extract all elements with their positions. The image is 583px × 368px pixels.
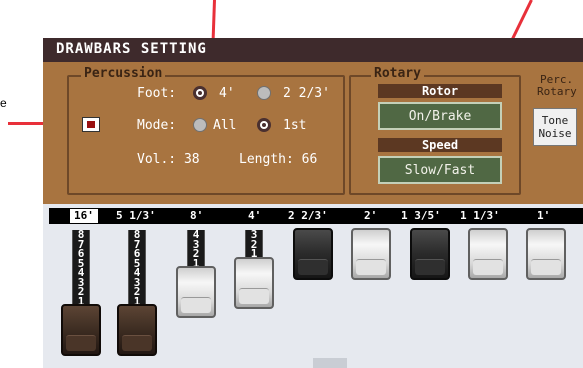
footage-label[interactable]: 1' <box>537 209 550 223</box>
mode-all-label: All <box>213 118 237 133</box>
drawbar-knob[interactable] <box>234 256 274 309</box>
perc-rotary-title-2: Rotary <box>537 85 577 98</box>
drawbar-knob-cap <box>531 259 561 275</box>
window-title: DRAWBARS SETTING <box>56 41 207 57</box>
footage-label[interactable]: 2 2/3' <box>288 209 328 223</box>
drawbar-shaft: 87654321 <box>72 229 90 310</box>
drawbar-knob-cap <box>122 335 152 351</box>
foot-2-2-3-label: 2 2/3' <box>283 86 330 101</box>
length-value[interactable]: Length: 66 <box>239 152 317 167</box>
drawbar-knob-cap <box>298 259 328 275</box>
drawbar-knob-cap <box>415 259 445 275</box>
drawbar-knob-cap <box>239 287 269 304</box>
footage-label[interactable]: 2' <box>364 209 377 223</box>
drawbar-shaft: 87654321 <box>128 229 146 310</box>
mode-1st-label: 1st <box>283 118 307 133</box>
mode-all-radio[interactable] <box>193 118 207 132</box>
speed-slow-fast-button[interactable]: Slow/Fast <box>378 156 502 184</box>
volume-value[interactable]: Vol.: 38 <box>137 152 200 167</box>
tone-noise-line1: Tone <box>541 114 569 127</box>
foot-4-label: 4' <box>219 86 235 101</box>
drawbar-knob[interactable] <box>176 266 216 318</box>
drawbar-knob[interactable] <box>410 228 450 280</box>
footage-label[interactable]: 1 1/3' <box>460 209 500 223</box>
tone-noise-button[interactable]: Tone Noise <box>533 108 577 146</box>
mode-1st-radio[interactable] <box>257 118 271 132</box>
drawbars-window: DRAWBARS SETTING Percussion Foot: 4' 2 2… <box>43 38 583 368</box>
percussion-switch-led <box>87 121 95 128</box>
scroll-indicator <box>313 358 347 368</box>
drawbar-knob[interactable] <box>351 228 391 280</box>
rotor-header: Rotor <box>378 84 502 98</box>
footage-label[interactable]: 1 3/5' <box>401 209 441 223</box>
speed-header: Speed <box>378 138 502 152</box>
foot-4-radio[interactable] <box>193 86 207 100</box>
percussion-switch[interactable] <box>82 117 100 132</box>
footage-label[interactable]: 8' <box>190 209 203 223</box>
footage-label[interactable]: 16' <box>70 209 98 223</box>
footage-label[interactable]: 4' <box>248 209 261 223</box>
drawbar-knob[interactable] <box>293 228 333 280</box>
drawbars-area: 16' 5 1/3' 8' 4' 2 2/3' 2' 1 3/5' 1 1/3' 1' 8765… <box>43 208 583 368</box>
rotary-title: Rotary <box>371 67 424 81</box>
drawbar-knob[interactable] <box>468 228 508 280</box>
settings-panel: Percussion Foot: 4' 2 2/3' Mode: All 1st… <box>43 62 583 204</box>
rotor-on-brake-button[interactable]: On/Brake <box>378 102 502 130</box>
drawbar-knob[interactable] <box>526 228 566 280</box>
drawbar-knob-cap <box>181 297 211 313</box>
footage-label[interactable]: 5 1/3' <box>116 209 156 223</box>
drawbar-knob[interactable] <box>61 304 101 356</box>
foot-label: Foot: <box>137 86 177 101</box>
drawbar-knob-cap <box>473 259 503 275</box>
mode-label: Mode: <box>137 118 177 133</box>
drawbar-knob[interactable] <box>117 304 157 356</box>
drawbar-knob-cap <box>356 259 386 275</box>
footage-strip: 16' 5 1/3' 8' 4' 2 2/3' 2' 1 3/5' 1 1/3' 1' <box>49 208 583 224</box>
percussion-title: Percussion <box>81 67 166 81</box>
title-bar: DRAWBARS SETTING <box>43 38 583 62</box>
foot-2-2-3-radio[interactable] <box>257 86 271 100</box>
callout-label-percussion: e <box>0 96 7 110</box>
drawbar-knob-cap <box>66 335 96 351</box>
tone-noise-line2: Noise <box>538 127 572 140</box>
